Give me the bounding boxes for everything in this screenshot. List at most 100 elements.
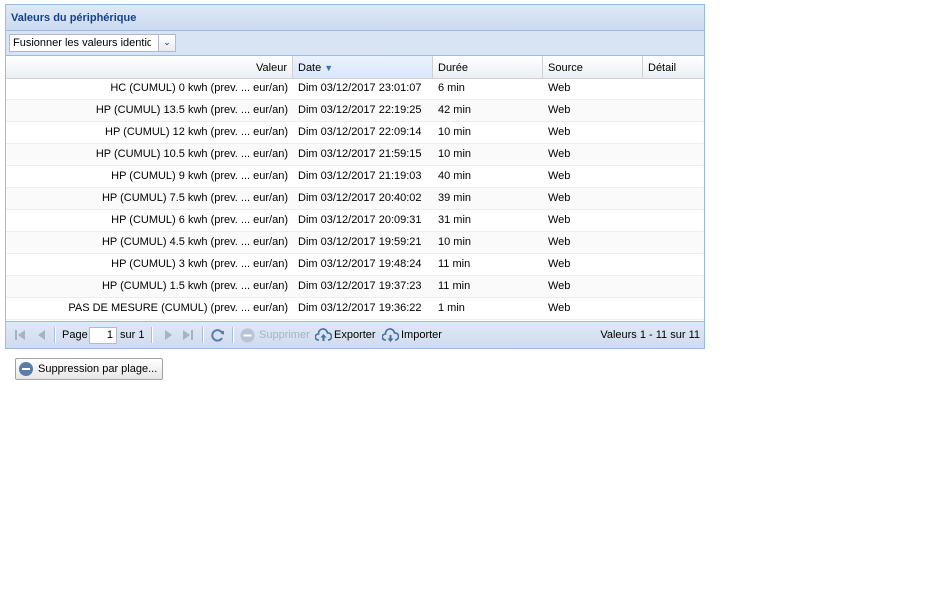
table-row[interactable]: HP (CUMUL) 6 kwh (prev. ... eur/an) Dim … — [6, 210, 704, 232]
device-values-panel: Valeurs du périphérique Fusionner les va… — [5, 4, 705, 349]
cell-valeur: PAS DE MESURE (CUMUL) (prev. ... eur/an) — [68, 302, 288, 314]
cell-duree: 10 min — [438, 236, 472, 248]
cell-date: Dim 03/12/2017 19:36:22 — [298, 302, 422, 314]
column-header-date[interactable]: Date ▼ — [293, 56, 433, 78]
cell-detail — [643, 276, 704, 297]
cell-valeur: HP (CUMUL) 10.5 kwh (prev. ... eur/an) — [95, 148, 288, 160]
cell-detail — [643, 210, 704, 231]
merge-mode-value: Fusionner les valeurs identiques — [13, 37, 151, 49]
cell-detail — [643, 122, 704, 143]
paging-display-message: Valeurs 1 - 11 sur 11 — [600, 329, 700, 341]
cell-date: Dim 03/12/2017 20:40:02 — [298, 192, 422, 204]
cell-valeur: HP (CUMUL) 3 kwh (prev. ... eur/an) — [111, 258, 288, 270]
merge-mode-combo[interactable]: Fusionner les valeurs identiques ⌄ — [9, 34, 176, 52]
refresh-icon[interactable] — [210, 328, 225, 343]
cell-valeur: HP (CUMUL) 12 kwh (prev. ... eur/an) — [105, 126, 288, 138]
grid-header: Valeur Date ▼ Durée Source Détail — [6, 56, 704, 79]
paging-toolbar: Page 1 sur 1 Supprimer Exporter Importer — [6, 321, 704, 348]
table-row[interactable]: HP (CUMUL) 10.5 kwh (prev. ... eur/an) D… — [6, 144, 704, 166]
cell-duree: 10 min — [438, 148, 472, 160]
cell-detail — [643, 166, 704, 187]
separator — [232, 327, 234, 343]
cell-source: Web — [548, 104, 571, 116]
panel-title: Valeurs du périphérique — [6, 5, 704, 31]
cloud-upload-icon — [315, 328, 332, 341]
cell-detail — [643, 78, 704, 99]
export-button[interactable]: Exporter — [334, 322, 376, 348]
page-label: Page — [62, 329, 88, 341]
cell-valeur: HP (CUMUL) 6 kwh (prev. ... eur/an) — [111, 214, 288, 226]
cell-source: Web — [548, 82, 571, 94]
cell-source: Web — [548, 214, 571, 226]
chevron-down-icon[interactable]: ⌄ — [158, 35, 175, 51]
cell-detail — [643, 100, 704, 121]
cell-date: Dim 03/12/2017 22:09:14 — [298, 126, 422, 138]
cell-date: Dim 03/12/2017 22:19:25 — [298, 104, 422, 116]
page-number-input[interactable]: 1 — [89, 327, 117, 344]
column-header-valeur[interactable]: Valeur — [6, 56, 293, 78]
cell-valeur: HC (CUMUL) 0 kwh (prev. ... eur/an) — [110, 82, 288, 94]
cell-date: Dim 03/12/2017 19:59:21 — [298, 236, 422, 248]
cell-duree: 42 min — [438, 104, 472, 116]
table-row[interactable]: HC (CUMUL) 0 kwh (prev. ... eur/an) Dim … — [6, 78, 704, 100]
sort-desc-icon: ▼ — [324, 63, 334, 73]
cell-detail — [643, 188, 704, 209]
cell-detail — [643, 144, 704, 165]
grid-toolbar: Fusionner les valeurs identiques ⌄ — [6, 31, 704, 56]
table-row[interactable]: HP (CUMUL) 12 kwh (prev. ... eur/an) Dim… — [6, 122, 704, 144]
separator — [54, 327, 56, 343]
cell-source: Web — [548, 258, 571, 270]
cell-source: Web — [548, 126, 571, 138]
column-header-detail[interactable]: Détail — [643, 56, 704, 78]
cell-duree: 11 min — [438, 280, 471, 292]
cell-duree: 1 min — [438, 302, 465, 314]
delete-by-range-button[interactable]: Suppression par plage... — [15, 358, 164, 380]
table-row[interactable]: HP (CUMUL) 3 kwh (prev. ... eur/an) Dim … — [6, 254, 704, 276]
column-header-date-label: Date — [298, 62, 322, 74]
cell-source: Web — [548, 170, 571, 182]
cell-duree: 6 min — [438, 82, 465, 94]
cell-duree: 40 min — [438, 170, 472, 182]
cell-date: Dim 03/12/2017 19:37:23 — [298, 280, 422, 292]
table-row[interactable]: HP (CUMUL) 9 kwh (prev. ... eur/an) Dim … — [6, 166, 704, 188]
cell-detail — [643, 298, 704, 319]
table-row[interactable]: HP (CUMUL) 13.5 kwh (prev. ... eur/an) D… — [6, 100, 704, 122]
table-row[interactable]: PAS DE MESURE (CUMUL) (prev. ... eur/an)… — [6, 298, 704, 320]
table-row[interactable]: HP (CUMUL) 1.5 kwh (prev. ... eur/an) Di… — [6, 276, 704, 298]
minus-circle-icon — [240, 328, 255, 343]
cell-date: Dim 03/12/2017 21:59:15 — [298, 148, 422, 160]
cell-valeur: HP (CUMUL) 7.5 kwh (prev. ... eur/an) — [101, 192, 288, 204]
previous-page-icon[interactable] — [36, 329, 48, 341]
cell-date: Dim 03/12/2017 20:09:31 — [298, 214, 422, 226]
page-count-label: sur 1 — [120, 329, 145, 341]
import-button[interactable]: Importer — [401, 322, 442, 348]
separator — [151, 327, 153, 343]
next-page-icon[interactable] — [162, 329, 174, 341]
cell-source: Web — [548, 280, 571, 292]
cell-source: Web — [548, 148, 571, 160]
last-page-icon[interactable] — [182, 329, 194, 341]
cell-valeur: HP (CUMUL) 4.5 kwh (prev. ... eur/an) — [101, 236, 288, 248]
cell-date: Dim 03/12/2017 21:19:03 — [298, 170, 422, 182]
cell-source: Web — [548, 236, 571, 248]
cell-valeur: HP (CUMUL) 1.5 kwh (prev. ... eur/an) — [101, 280, 288, 292]
table-row[interactable]: HP (CUMUL) 7.5 kwh (prev. ... eur/an) Di… — [6, 188, 704, 210]
cell-source: Web — [548, 302, 571, 314]
column-header-source[interactable]: Source — [543, 56, 643, 78]
cell-duree: 31 min — [438, 214, 472, 226]
delete-by-range-label: Suppression par plage... — [38, 363, 158, 375]
cell-duree: 39 min — [438, 192, 472, 204]
column-header-duree[interactable]: Durée — [433, 56, 543, 78]
cell-source: Web — [548, 192, 571, 204]
table-row[interactable]: HP (CUMUL) 4.5 kwh (prev. ... eur/an) Di… — [6, 232, 704, 254]
cell-detail — [643, 232, 704, 253]
grid-body: HC (CUMUL) 0 kwh (prev. ... eur/an) Dim … — [6, 78, 704, 320]
first-page-icon[interactable] — [14, 329, 26, 341]
delete-button[interactable]: Supprimer — [259, 322, 310, 348]
cell-duree: 11 min — [438, 258, 471, 270]
cell-detail — [643, 254, 704, 275]
cell-date: Dim 03/12/2017 23:01:07 — [298, 82, 422, 94]
cell-date: Dim 03/12/2017 19:48:24 — [298, 258, 422, 270]
cell-valeur: HP (CUMUL) 13.5 kwh (prev. ... eur/an) — [95, 104, 288, 116]
separator — [202, 327, 204, 343]
